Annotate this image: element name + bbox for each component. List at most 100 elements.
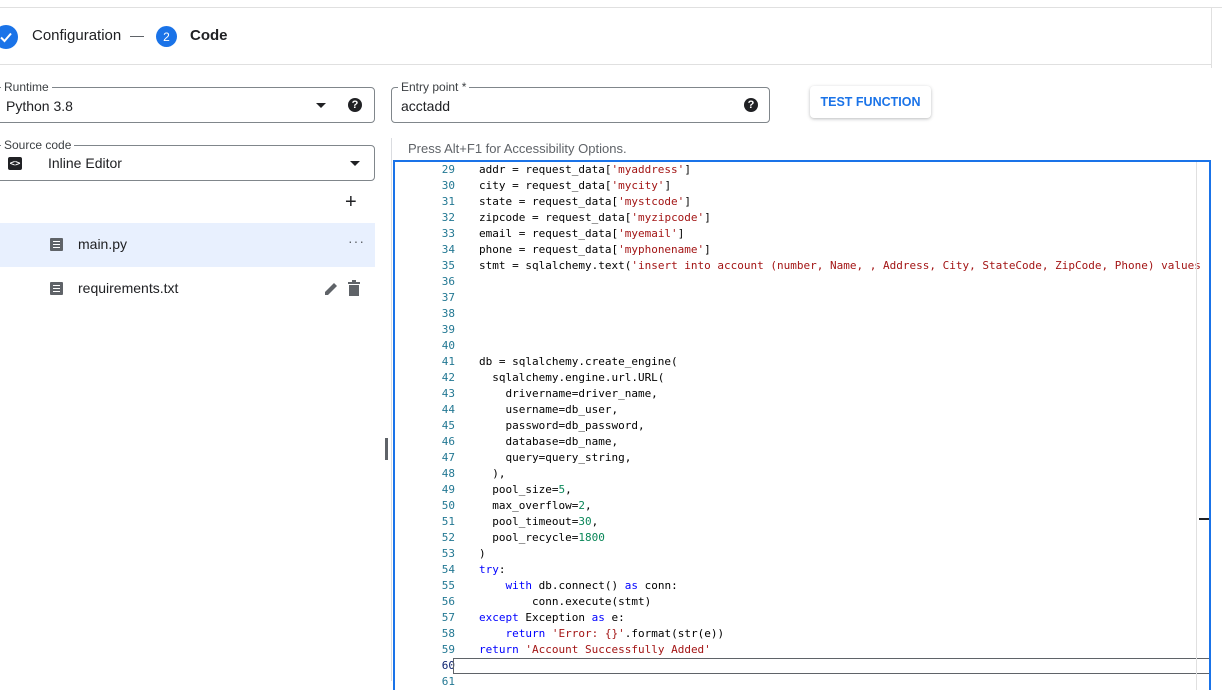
code-line[interactable]: phone = request_data['myphonename'] [479,242,711,258]
line-number: 56 [441,595,455,608]
code-line[interactable]: state = request_data['mystcode'] [479,194,691,210]
code-line[interactable]: except Exception as e: [479,610,625,626]
code-line[interactable]: return 'Account Successfully Added' [479,642,711,658]
file-icon [50,238,63,251]
entry-point-input[interactable]: acctadd [401,98,450,114]
line-number: 55 [441,579,455,592]
line-number: 38 [441,307,455,320]
right-border [1211,8,1212,68]
test-function-button[interactable]: TEST FUNCTION [810,86,931,118]
runtime-help-icon[interactable]: ? [348,98,362,112]
file-row-main-py[interactable]: main.py ··· [0,223,375,267]
line-number: 41 [441,355,455,368]
code-line[interactable]: pool_size=5, [479,482,572,498]
code-area[interactable]: addr = request_data['myaddress'] city = r… [453,162,1209,690]
line-number: 43 [441,387,455,400]
entry-point-help-icon[interactable]: ? [744,98,758,112]
step-number-badge: 2 [156,26,177,47]
add-file-icon[interactable]: + [345,192,357,212]
overview-ruler-marker [1199,518,1209,520]
code-line[interactable]: pool_recycle=1800 [479,530,605,546]
accessibility-hint: Press Alt+F1 for Accessibility Options. [408,141,627,156]
panel-resize-handle[interactable] [385,438,388,460]
line-number: 30 [441,179,455,192]
file-icon [50,282,63,295]
code-line[interactable]: max_overflow=2, [479,498,591,514]
more-options-icon[interactable]: ··· [348,233,365,249]
line-number: 32 [441,211,455,224]
header-divider [0,64,1212,65]
code-line[interactable]: database=db_name, [479,434,618,450]
code-line[interactable]: zipcode = request_data['myzipcode'] [479,210,711,226]
source-code-label: Source code [1,138,75,152]
line-number: 33 [441,227,455,240]
line-number: 45 [441,419,455,432]
source-code-value: Inline Editor [48,155,122,171]
line-number: 40 [441,339,455,352]
current-line-highlight [453,658,1209,674]
line-number: 61 [441,675,455,688]
line-number: 34 [441,243,455,256]
code-line[interactable]: city = request_data['mycity'] [479,178,671,194]
line-number: 51 [441,515,455,528]
line-number: 29 [441,163,455,176]
line-number: 60 [441,659,455,672]
step-complete-check-icon[interactable] [0,25,18,49]
line-number: 54 [441,563,455,576]
code-line[interactable]: db = sqlalchemy.create_engine( [479,354,678,370]
line-number: 35 [441,259,455,272]
step-code: Code [190,27,228,44]
line-number: 31 [441,195,455,208]
runtime-dropdown-caret-icon[interactable] [316,103,326,108]
code-line[interactable]: conn.execute(stmt) [479,594,651,610]
runtime-select[interactable]: Runtime Python 3.8 ? [0,80,375,123]
line-number: 53 [441,547,455,560]
code-line[interactable]: sqlalchemy.engine.url.URL( [479,370,664,386]
line-number: 46 [441,435,455,448]
file-name: requirements.txt [78,280,179,296]
code-line[interactable]: drivername=driver_name, [479,386,657,402]
code-line[interactable]: with db.connect() as conn: [479,578,678,594]
code-editor[interactable]: 29 30 31 32 33 34 35 36 37 38 39 40 41 42 43 44 45 46 47 48… [393,160,1211,690]
top-border [0,7,1222,8]
runtime-label: Runtime [1,80,52,94]
entry-point-label: Entry point * [398,80,470,94]
code-line[interactable]: pool_timeout=30, [479,514,598,530]
source-code-select[interactable]: Source code Inline Editor [0,138,375,181]
line-number: 52 [441,531,455,544]
line-number: 59 [441,643,455,656]
source-code-dropdown-caret-icon[interactable] [350,161,360,166]
line-number: 58 [441,627,455,640]
code-line[interactable]: query=query_string, [479,450,631,466]
editor-scrollbar-track[interactable] [1196,162,1197,690]
file-name: main.py [78,236,128,252]
step-separator [130,36,144,37]
code-line[interactable]: email = request_data['myemail'] [479,226,684,242]
step-configuration[interactable]: Configuration [32,27,121,44]
code-line[interactable]: stmt = sqlalchemy.text('insert into acco… [479,258,1209,274]
panel-divider [391,138,392,681]
line-number: 39 [441,323,455,336]
code-line[interactable]: try: [479,562,506,578]
line-number: 42 [441,371,455,384]
code-line[interactable]: username=db_user, [479,402,618,418]
line-number: 48 [441,467,455,480]
edit-icon[interactable] [323,281,339,297]
delete-icon[interactable] [347,280,361,296]
code-line[interactable]: password=db_password, [479,418,644,434]
entry-point-field[interactable]: Entry point * acctadd ? [391,80,770,123]
line-number: 49 [441,483,455,496]
line-number: 37 [441,291,455,304]
code-line[interactable]: return 'Error: {}'.format(str(e)) [479,626,725,642]
line-number-gutter: 29 30 31 32 33 34 35 36 37 38 39 40 41 42 43 44 45 46 47 48… [395,162,465,690]
line-number: 44 [441,403,455,416]
file-row-requirements[interactable]: requirements.txt [0,267,375,311]
line-number: 50 [441,499,455,512]
runtime-value: Python 3.8 [6,98,73,114]
code-line[interactable]: addr = request_data['myaddress'] [479,162,691,178]
line-number: 36 [441,275,455,288]
code-line[interactable]: ) [479,546,486,562]
line-number: 57 [441,611,455,624]
line-number: 47 [441,451,455,464]
code-line[interactable]: ), [479,466,505,482]
